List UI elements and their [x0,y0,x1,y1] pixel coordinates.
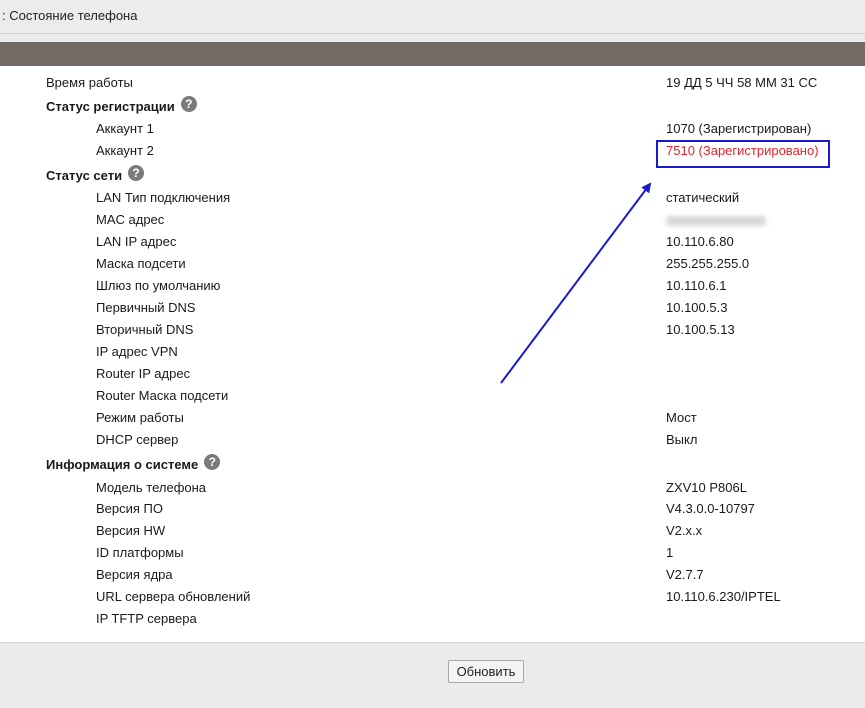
network-label: Шлюз по умолчанию [96,278,221,293]
section-title: Статус сети [46,168,123,183]
network-value: 10.100.5.13 [666,322,735,337]
system-row: URL сервера обновлений 10.110.6.230/IPTEL [0,587,865,607]
registration-section: Статус регистрации? [0,96,865,117]
system-row: ID платформы 1 [0,543,865,563]
network-label: LAN IP адрес [96,234,177,249]
network-row: LAN Тип подключения статический [0,188,865,208]
network-value: 10.100.5.3 [666,300,728,315]
network-value: 10.110.6.80 [666,234,734,249]
network-row: Режим работы Мост [0,408,865,428]
refresh-button[interactable]: Обновить [448,660,524,683]
account-label: Аккаунт 1 [96,121,154,136]
network-row: Router Маска подсети [0,386,865,406]
network-label: Первичный DNS [96,300,196,315]
network-label: Режим работы [96,410,184,425]
network-label: Router IP адрес [96,366,191,381]
system-label: Версия HW [96,523,166,538]
network-value: 10.110.6.1 [666,278,727,293]
system-value: ZXV10 P806L [666,480,747,495]
system-row: Версия ядра V2.7.7 [0,565,865,585]
question-icon[interactable]: ? [180,96,197,112]
system-value: 10.110.6.230/IPTEL [666,589,781,604]
network-row: Шлюз по умолчанию 10.110.6.1 [0,276,865,296]
system-row: Версия HW V2.x.x [0,521,865,541]
network-row: Router IP адрес [0,364,865,384]
system-label: IP TFTP сервера [96,611,197,626]
uptime-value: 19 ДД 5 ЧЧ 58 ММ 31 СС [666,75,818,90]
network-label: MAC адрес [96,212,165,227]
account-label: Аккаунт 2 [96,143,154,158]
annotation-highlight-box [656,140,830,168]
network-section-label: Статус сети? [46,165,145,184]
system-label: Модель телефона [96,480,207,495]
uptime-label: Время работы [46,75,133,90]
network-row: LAN IP адрес 10.110.6.80 [0,232,865,252]
account-value: 1070 (Зарегистрирован) [666,121,812,136]
system-value: V4.3.0.0-10797 [666,501,755,516]
network-label: IP адрес VPN [96,344,178,359]
system-value: 1 [666,545,674,560]
page-title: : Состояние телефона [2,8,138,23]
account-row: Аккаунт 1 1070 (Зарегистрирован) [0,119,865,139]
system-label: URL сервера обновлений [96,589,251,604]
network-value: Мост [666,410,697,425]
question-icon[interactable]: ? [204,454,221,470]
network-row: DHCP сервер Выкл [0,430,865,450]
network-section: Статус сети? [0,165,865,186]
system-section: Информация о системе? [0,454,865,475]
network-label: Вторичный DNS [96,322,194,337]
network-label: LAN Тип подключения [96,190,231,205]
mac-address-redacted [666,216,766,226]
system-section-label: Информация о системе? [46,454,221,473]
network-row: Вторичный DNS 10.100.5.13 [0,320,865,340]
system-label: Версия ПО [96,501,163,516]
network-row: Первичный DNS 10.100.5.3 [0,298,865,318]
section-header-bar [0,42,865,66]
uptime-row: Время работы 19 ДД 5 ЧЧ 58 ММ 31 СС [0,73,865,93]
question-icon[interactable]: ? [128,165,145,181]
network-label: DHCP сервер [96,432,179,447]
title-bar: : Состояние телефона [0,0,865,34]
system-label: ID платформы [96,545,184,560]
registration-section-label: Статус регистрации? [46,96,197,115]
network-value: Выкл [666,432,698,447]
system-row: Версия ПО V4.3.0.0-10797 [0,499,865,519]
section-title: Информация о системе [46,457,199,472]
network-row: IP адрес VPN [0,342,865,362]
network-label: Router Маска подсети [96,388,229,403]
network-row: Маска подсети 255.255.255.0 [0,254,865,274]
system-row: IP TFTP сервера [0,609,865,629]
network-label: Маска подсети [96,256,186,271]
system-label: Версия ядра [96,567,173,582]
section-title: Статус регистрации [46,99,175,114]
network-value: 255.255.255.0 [666,256,750,271]
network-value: статический [666,190,740,205]
system-value: V2.x.x [666,523,703,538]
system-row: Модель телефона ZXV10 P806L [0,478,865,498]
system-value: V2.7.7 [666,567,704,582]
network-row: MAC адрес [0,210,865,230]
